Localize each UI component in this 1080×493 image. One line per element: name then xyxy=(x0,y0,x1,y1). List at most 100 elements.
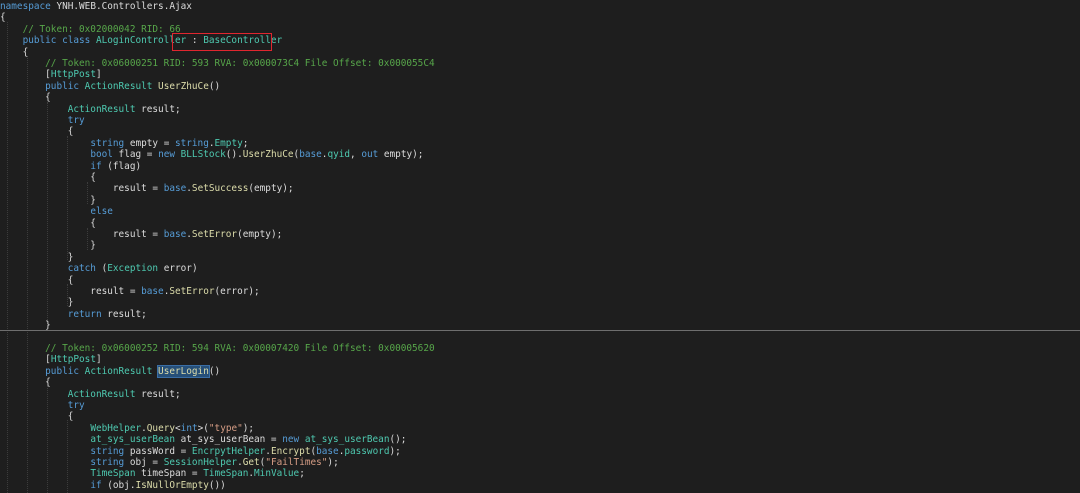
code-token: Query xyxy=(146,422,176,434)
code-line[interactable]: ActionResult result; xyxy=(0,389,1080,400)
code-line[interactable]: { xyxy=(0,172,1080,183)
code-token: string xyxy=(90,457,130,468)
code-token: if xyxy=(90,160,108,172)
code-token: base xyxy=(316,445,339,457)
code-line[interactable]: { xyxy=(0,47,1080,58)
code-line[interactable]: // Token: 0x06000252 RID: 594 RVA: 0x000… xyxy=(0,343,1080,354)
code-token: ActionResult xyxy=(67,103,142,115)
code-token: ; xyxy=(242,137,249,149)
code-token: result; xyxy=(107,308,147,320)
code-token: Get xyxy=(242,457,260,468)
code-token: result = xyxy=(0,183,164,195)
code-token: } xyxy=(0,297,74,309)
code-line[interactable]: namespace YNH.WEB.Controllers.Ajax xyxy=(0,1,1080,12)
code-line[interactable]: // Token: 0x06000251 RID: 593 RVA: 0x000… xyxy=(0,58,1080,69)
code-line[interactable]: { xyxy=(0,411,1080,422)
code-editor[interactable]: namespace YNH.WEB.Controllers.Ajax{ // T… xyxy=(0,0,1080,493)
code-token: { xyxy=(0,92,51,104)
code-token: int xyxy=(180,422,198,434)
code-line[interactable]: if (flag) xyxy=(0,161,1080,172)
code-token: at_sys_userBean xyxy=(304,434,390,446)
code-line[interactable]: at_sys_userBean at_sys_userBean = new at… xyxy=(0,434,1080,445)
code-line[interactable]: string empty = string.Empty; xyxy=(0,138,1080,149)
code-token: obj = xyxy=(129,457,164,468)
code-token: ()) xyxy=(208,479,226,491)
code-token: (); xyxy=(389,434,407,446)
code-line[interactable]: TimeSpan timeSpan = TimeSpan.MinValue; xyxy=(0,468,1080,479)
code-line[interactable]: { xyxy=(0,218,1080,229)
code-line[interactable]: { xyxy=(0,12,1080,23)
code-line[interactable]: return result; xyxy=(0,309,1080,320)
code-line[interactable]: public ActionResult UserLogin() xyxy=(0,364,1080,378)
code-line[interactable]: result = base.SetError(empty); xyxy=(0,229,1080,240)
code-token: result = xyxy=(0,229,164,240)
code-token: new xyxy=(158,149,181,161)
code-line[interactable] xyxy=(0,332,1080,343)
code-token: base xyxy=(163,183,187,195)
code-token: at_sys_userBean xyxy=(90,434,181,446)
code-line[interactable]: } xyxy=(0,297,1080,308)
code-token: () xyxy=(208,365,221,377)
code-token: SetError xyxy=(191,229,238,240)
code-line[interactable]: public class ALoginController : BaseCont… xyxy=(0,35,1080,46)
code-token: base xyxy=(163,229,187,240)
code-line[interactable]: catch (Exception error) xyxy=(0,263,1080,274)
code-token: try xyxy=(67,400,85,411)
code-line[interactable]: WebHelper.Query<int>("type"); xyxy=(0,423,1080,434)
code-token: { xyxy=(0,274,74,286)
code-token: empty); xyxy=(383,149,424,161)
code-line[interactable]: [HttpPost] xyxy=(0,69,1080,80)
code-line[interactable]: // Token: 0x02000042 RID: 66 xyxy=(0,24,1080,35)
code-line[interactable]: else xyxy=(0,206,1080,217)
base-class-highlight-box xyxy=(172,33,272,51)
code-line[interactable]: { xyxy=(0,92,1080,103)
code-line[interactable]: string passWord = EncrpytHelper.Encrypt(… xyxy=(0,446,1080,457)
code-token: public xyxy=(45,80,85,92)
code-line[interactable]: ActionResult result; xyxy=(0,104,1080,115)
code-token: at_sys_userBean = xyxy=(180,434,283,446)
code-token: public xyxy=(45,365,85,377)
code-token: string xyxy=(90,445,130,457)
code-token: Exception xyxy=(107,263,164,275)
code-token: } xyxy=(0,194,96,206)
code-token: timeSpan = xyxy=(141,468,204,480)
code-line[interactable]: [HttpPost] xyxy=(0,354,1080,365)
code-token: catch xyxy=(67,263,102,275)
code-line[interactable]: { xyxy=(0,377,1080,388)
code-token: YNH.WEB.Controllers.Ajax xyxy=(56,1,192,12)
code-line[interactable]: { xyxy=(0,275,1080,286)
code-token: (empty); xyxy=(248,183,294,195)
code-token: UserZhuCe xyxy=(158,80,209,92)
code-token: ] xyxy=(95,69,102,81)
code-token: (). xyxy=(225,149,243,161)
code-line[interactable]: } xyxy=(0,240,1080,251)
code-token: SetSuccess xyxy=(191,183,249,195)
code-line[interactable]: } xyxy=(0,195,1080,206)
code-line[interactable]: result = base.SetSuccess(empty); xyxy=(0,183,1080,194)
code-token: else xyxy=(90,206,113,218)
code-line[interactable]: try xyxy=(0,115,1080,126)
code-line[interactable]: { xyxy=(0,126,1080,137)
code-line[interactable]: } xyxy=(0,252,1080,263)
code-token: // Token: 0x06000252 RID: 594 RVA: 0x000… xyxy=(0,343,435,354)
code-token: [ xyxy=(0,69,51,81)
code-line[interactable]: if (obj.IsNullOrEmpty()) xyxy=(0,480,1080,491)
code-line[interactable]: result = base.SetError(error); xyxy=(0,286,1080,297)
code-token: "type" xyxy=(208,422,243,434)
code-line[interactable]: public ActionResult UserZhuCe() xyxy=(0,81,1080,92)
code-line[interactable]: try xyxy=(0,400,1080,411)
code-line[interactable]: bool flag = new BLLStock().UserZhuCe(bas… xyxy=(0,149,1080,160)
code-token: ActionResult xyxy=(84,365,159,377)
code-token: ActionResult xyxy=(84,80,159,92)
code-token: new xyxy=(282,434,305,446)
code-line[interactable]: string obj = SessionHelper.Get("FailTime… xyxy=(0,457,1080,468)
code-token: "FailTimes" xyxy=(265,457,328,468)
